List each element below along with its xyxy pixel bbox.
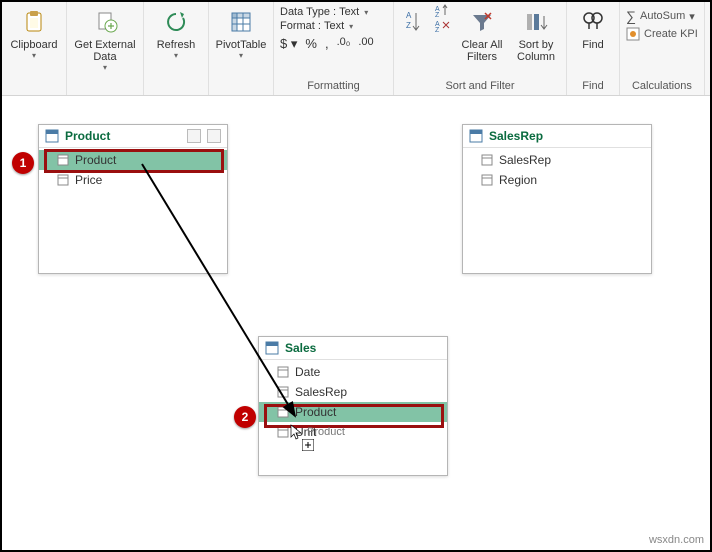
diagram-canvas[interactable]: Product Product Price SalesRep SalesRep: [2, 96, 710, 532]
group-clipboard: Clipboard ▾: [2, 2, 67, 95]
chevron-down-icon: ▾: [239, 51, 243, 60]
field-product[interactable]: Product: [259, 402, 447, 422]
chevron-down-icon: ▾: [689, 10, 695, 23]
filter-clear-icon: [468, 8, 496, 36]
group-sort-filter: AZ AZ AZ Clear All Filters Sort by Colum…: [394, 2, 567, 95]
column-icon: [57, 174, 69, 186]
get-external-data-label: Get External Data: [74, 39, 135, 63]
create-kpi-button[interactable]: Create KPI: [626, 27, 698, 41]
refresh-label: Refresh: [157, 39, 196, 51]
table-title: Sales: [285, 341, 441, 355]
group-find: Find Find: [567, 2, 620, 95]
group-calculations: ∑ AutoSum ▾ Create KPI Calculations: [620, 2, 705, 95]
table-body: SalesRep Region: [463, 148, 651, 192]
pivottable-icon: [227, 8, 255, 36]
comma-format-button[interactable]: ,: [325, 36, 329, 52]
sort-column-icon: [522, 8, 550, 36]
sigma-icon: ∑: [626, 8, 636, 24]
field-region[interactable]: Region: [463, 170, 651, 190]
field-salesrep[interactable]: SalesRep: [463, 150, 651, 170]
table-icon: [45, 129, 59, 143]
svg-text:Z: Z: [406, 21, 411, 30]
field-date[interactable]: Date: [259, 362, 447, 382]
percent-format-button[interactable]: %: [305, 36, 317, 52]
chevron-down-icon: ▾: [103, 63, 107, 72]
sort-filter-group-label: Sort and Filter: [400, 78, 560, 95]
column-icon: [481, 174, 493, 186]
increase-decimal-button[interactable]: .0₀: [337, 36, 351, 52]
field-product[interactable]: Product: [39, 150, 227, 170]
refresh-icon: [162, 8, 190, 36]
table-title: Product: [65, 129, 181, 143]
table-header[interactable]: Sales: [259, 337, 447, 360]
table-body: Product Price: [39, 148, 227, 192]
group-pivot: PivotTable ▾: [209, 2, 274, 95]
link-cursor-icon: [302, 439, 314, 451]
chevron-down-icon: ▾: [349, 22, 353, 31]
sort-az-icon: AZ: [400, 8, 428, 36]
field-price[interactable]: Price: [39, 170, 227, 190]
refresh-button[interactable]: Refresh ▾: [150, 4, 202, 60]
step-badge-2: 2: [234, 406, 256, 428]
table-view-button[interactable]: [187, 129, 201, 143]
column-icon: [277, 366, 289, 378]
find-group-label: Find: [573, 78, 613, 95]
field-salesrep[interactable]: SalesRep: [259, 382, 447, 402]
drag-ghost: Product: [290, 424, 345, 440]
table-header[interactable]: SalesRep: [463, 125, 651, 148]
group-getdata: Get External Data ▾: [67, 2, 144, 95]
chevron-down-icon: ▾: [32, 51, 36, 60]
table-salesrep[interactable]: SalesRep SalesRep Region: [462, 124, 652, 274]
find-button[interactable]: Find: [573, 4, 613, 51]
clipboard-icon: [20, 8, 48, 36]
format-selector[interactable]: Format : Text ▾: [280, 20, 387, 32]
group-dataview: Data View: [705, 2, 712, 95]
chevron-down-icon: ▾: [174, 51, 178, 60]
decrease-decimal-button[interactable]: .00: [358, 36, 373, 52]
sort-az-button[interactable]: AZ: [400, 4, 428, 36]
currency-format-button[interactable]: $ ▾: [280, 36, 297, 52]
ribbon: Clipboard ▾ Get External Data ▾ Refresh: [2, 2, 710, 96]
group-refresh: Refresh ▾: [144, 2, 209, 95]
cursor-icon: [290, 424, 304, 440]
pivottable-button[interactable]: PivotTable ▾: [215, 4, 267, 60]
database-icon: [91, 8, 119, 36]
formatting-group-label: Formatting: [280, 78, 387, 95]
table-product[interactable]: Product Product Price: [38, 124, 228, 274]
kpi-icon: [626, 27, 640, 41]
table-sales[interactable]: Sales Date SalesRep Product Unit: [258, 336, 448, 476]
clear-sort-button[interactable]: AZ: [434, 19, 452, 33]
clipboard-label: Clipboard: [10, 39, 57, 51]
data-type-selector[interactable]: Data Type : Text ▾: [280, 6, 387, 18]
column-icon: [277, 386, 289, 398]
svg-text:Z: Z: [435, 27, 440, 33]
column-icon: [277, 406, 289, 418]
table-icon: [265, 341, 279, 355]
table-title: SalesRep: [489, 129, 645, 143]
find-icon: [579, 8, 607, 36]
table-body: Date SalesRep Product Unit: [259, 360, 447, 444]
sort-za-button[interactable]: AZ: [434, 4, 452, 18]
svg-text:A: A: [406, 11, 412, 20]
table-options-button[interactable]: [207, 129, 221, 143]
get-external-data-button[interactable]: Get External Data ▾: [73, 4, 137, 72]
sort-by-column-button[interactable]: Sort by Column: [512, 4, 560, 63]
chevron-down-icon: ▾: [364, 8, 368, 17]
table-icon: [469, 129, 483, 143]
group-formatting: Data Type : Text ▾ Format : Text ▾ $ ▾ %…: [274, 2, 394, 95]
svg-text:Z: Z: [435, 12, 440, 18]
step-badge-1: 1: [12, 152, 34, 174]
column-icon: [277, 426, 289, 438]
column-icon: [481, 154, 493, 166]
calculations-group-label: Calculations: [626, 78, 698, 95]
field-unit[interactable]: Unit: [259, 422, 447, 442]
autosum-button[interactable]: ∑ AutoSum ▾: [626, 8, 698, 24]
clear-filters-button[interactable]: Clear All Filters: [458, 4, 506, 63]
clipboard-button[interactable]: Clipboard ▾: [8, 4, 60, 60]
table-header[interactable]: Product: [39, 125, 227, 148]
watermark: wsxdn.com: [643, 532, 710, 550]
column-icon: [57, 154, 69, 166]
pivottable-label: PivotTable: [216, 39, 267, 51]
